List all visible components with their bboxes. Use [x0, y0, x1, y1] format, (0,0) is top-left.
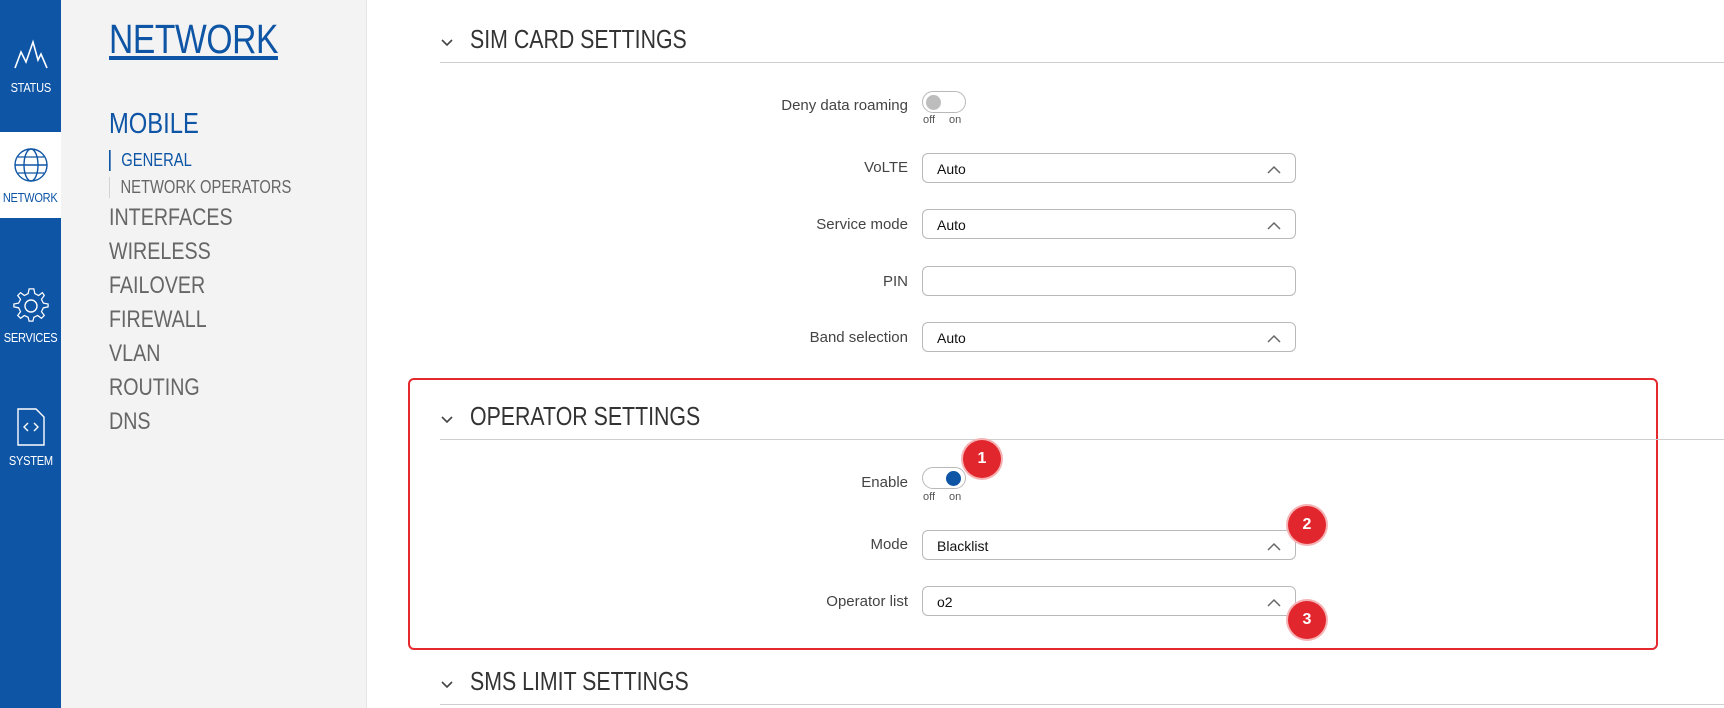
operator-settings-header[interactable]: OPERATOR SETTINGS [440, 399, 1724, 440]
band-selection-label: Band selection [809, 329, 908, 346]
sms-limit-settings-title: SMS LIMIT SETTINGS [470, 666, 689, 696]
toggle-off-label: off [923, 491, 936, 503]
pin-input[interactable] [922, 266, 1296, 296]
service-mode-label: Service mode [816, 216, 908, 233]
service-mode-value: Auto [937, 217, 966, 233]
pulse-icon [13, 38, 48, 68]
operator-list-value: o2 [937, 594, 953, 610]
chevron-up-icon [1267, 598, 1281, 607]
chevron-down-icon[interactable] [440, 413, 454, 427]
gear-icon [12, 287, 49, 322]
chevron-down-icon[interactable] [440, 678, 454, 692]
chevron-up-icon [1267, 334, 1281, 343]
deny-roaming-label: Deny data roaming [781, 97, 908, 114]
chevron-up-icon [1267, 542, 1281, 551]
sms-limit-settings-header[interactable]: SMS LIMIT SETTINGS [440, 664, 1724, 705]
enable-label: Enable [861, 474, 908, 491]
deny-roaming-toggle[interactable] [922, 91, 966, 113]
service-mode-select[interactable]: Auto [922, 209, 1296, 239]
mode-select[interactable]: Blacklist [922, 530, 1296, 560]
sim-card-settings-title: SIM CARD SETTINGS [470, 24, 687, 54]
menu-wireless[interactable]: WIRELESS [109, 238, 211, 266]
toggle-knob [946, 471, 961, 486]
chevron-down-icon[interactable] [440, 36, 454, 50]
sim-card-settings-header[interactable]: SIM CARD SETTINGS [440, 22, 1724, 63]
annotation-badge-2: 2 [1288, 506, 1326, 544]
chevron-up-icon [1267, 221, 1281, 230]
nav-system-label: SYSTEM [8, 452, 53, 468]
annotation-badge-1: 1 [963, 440, 1001, 478]
toggle-on-label: on [949, 491, 962, 503]
pin-label: PIN [882, 273, 908, 290]
enable-toggle[interactable] [922, 467, 966, 489]
nav-status-label: STATUS [10, 79, 51, 95]
toggle-on-label: on [949, 114, 962, 126]
page-title[interactable]: NETWORK [109, 16, 278, 63]
band-selection-value: Auto [937, 330, 966, 346]
annotation-badge-3: 3 [1288, 601, 1326, 639]
toggle-knob [926, 95, 941, 110]
volte-label: VoLTE [864, 159, 908, 176]
code-file-icon [16, 407, 45, 446]
operator-settings-title: OPERATOR SETTINGS [470, 401, 701, 431]
mode-value: Blacklist [937, 538, 989, 554]
chevron-up-icon [1267, 165, 1281, 174]
volte-select[interactable]: Auto [922, 153, 1296, 183]
subnav-item-network-operators[interactable]: NETWORK OPERATORS [109, 177, 291, 198]
band-selection-select[interactable]: Auto [922, 322, 1296, 352]
menu-dns[interactable]: DNS [109, 408, 151, 436]
operator-list-select[interactable]: o2 [922, 586, 1296, 616]
mode-label: Mode [870, 536, 908, 553]
nav-network-label: NETWORK [3, 189, 58, 205]
operator-list-label: Operator list [826, 593, 908, 610]
volte-value: Auto [937, 161, 966, 177]
menu-routing[interactable]: ROUTING [109, 374, 200, 402]
toggle-off-label: off [923, 114, 936, 126]
